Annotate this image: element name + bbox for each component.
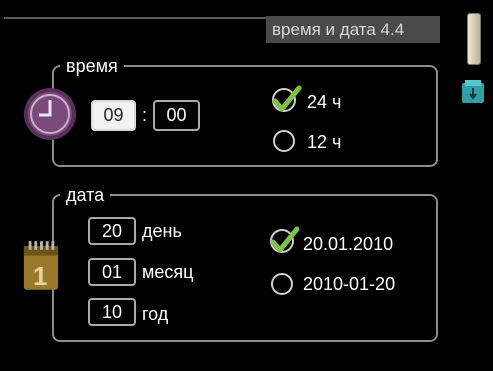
date-format-ymd-radio[interactable] xyxy=(271,273,293,295)
format-24h-label[interactable]: 24 ч xyxy=(307,91,341,113)
month-field[interactable]: 01 xyxy=(88,258,136,286)
time-separator: : xyxy=(142,105,148,125)
hour-field[interactable]: 09 xyxy=(91,100,136,131)
checkmark-date-format-icon[interactable] xyxy=(268,225,300,257)
settings-category-icon xyxy=(462,80,484,103)
year-field[interactable]: 10 xyxy=(88,298,136,326)
clock-icon xyxy=(24,88,76,140)
day-field[interactable]: 20 xyxy=(88,217,136,245)
header-divider xyxy=(4,17,266,19)
checkmark-24h-icon[interactable] xyxy=(270,84,302,116)
day-label: день xyxy=(142,221,182,241)
format-12h-label[interactable]: 12 ч xyxy=(307,131,341,153)
date-section-title: дата xyxy=(60,185,111,205)
page-title: время и дата 4.4 xyxy=(266,16,440,43)
date-format-ymd-label[interactable]: 2010-01-20 xyxy=(303,273,395,295)
scrollbar[interactable] xyxy=(467,13,481,65)
minute-field[interactable]: 00 xyxy=(153,100,200,131)
year-label: год xyxy=(142,304,169,324)
calendar-icon-text: 1 xyxy=(33,261,48,291)
format-12h-radio[interactable] xyxy=(273,130,295,152)
month-label: месяц xyxy=(142,262,194,282)
time-section-title: время xyxy=(60,56,124,76)
date-format-dmy-label[interactable]: 20.01.2010 xyxy=(303,233,393,255)
